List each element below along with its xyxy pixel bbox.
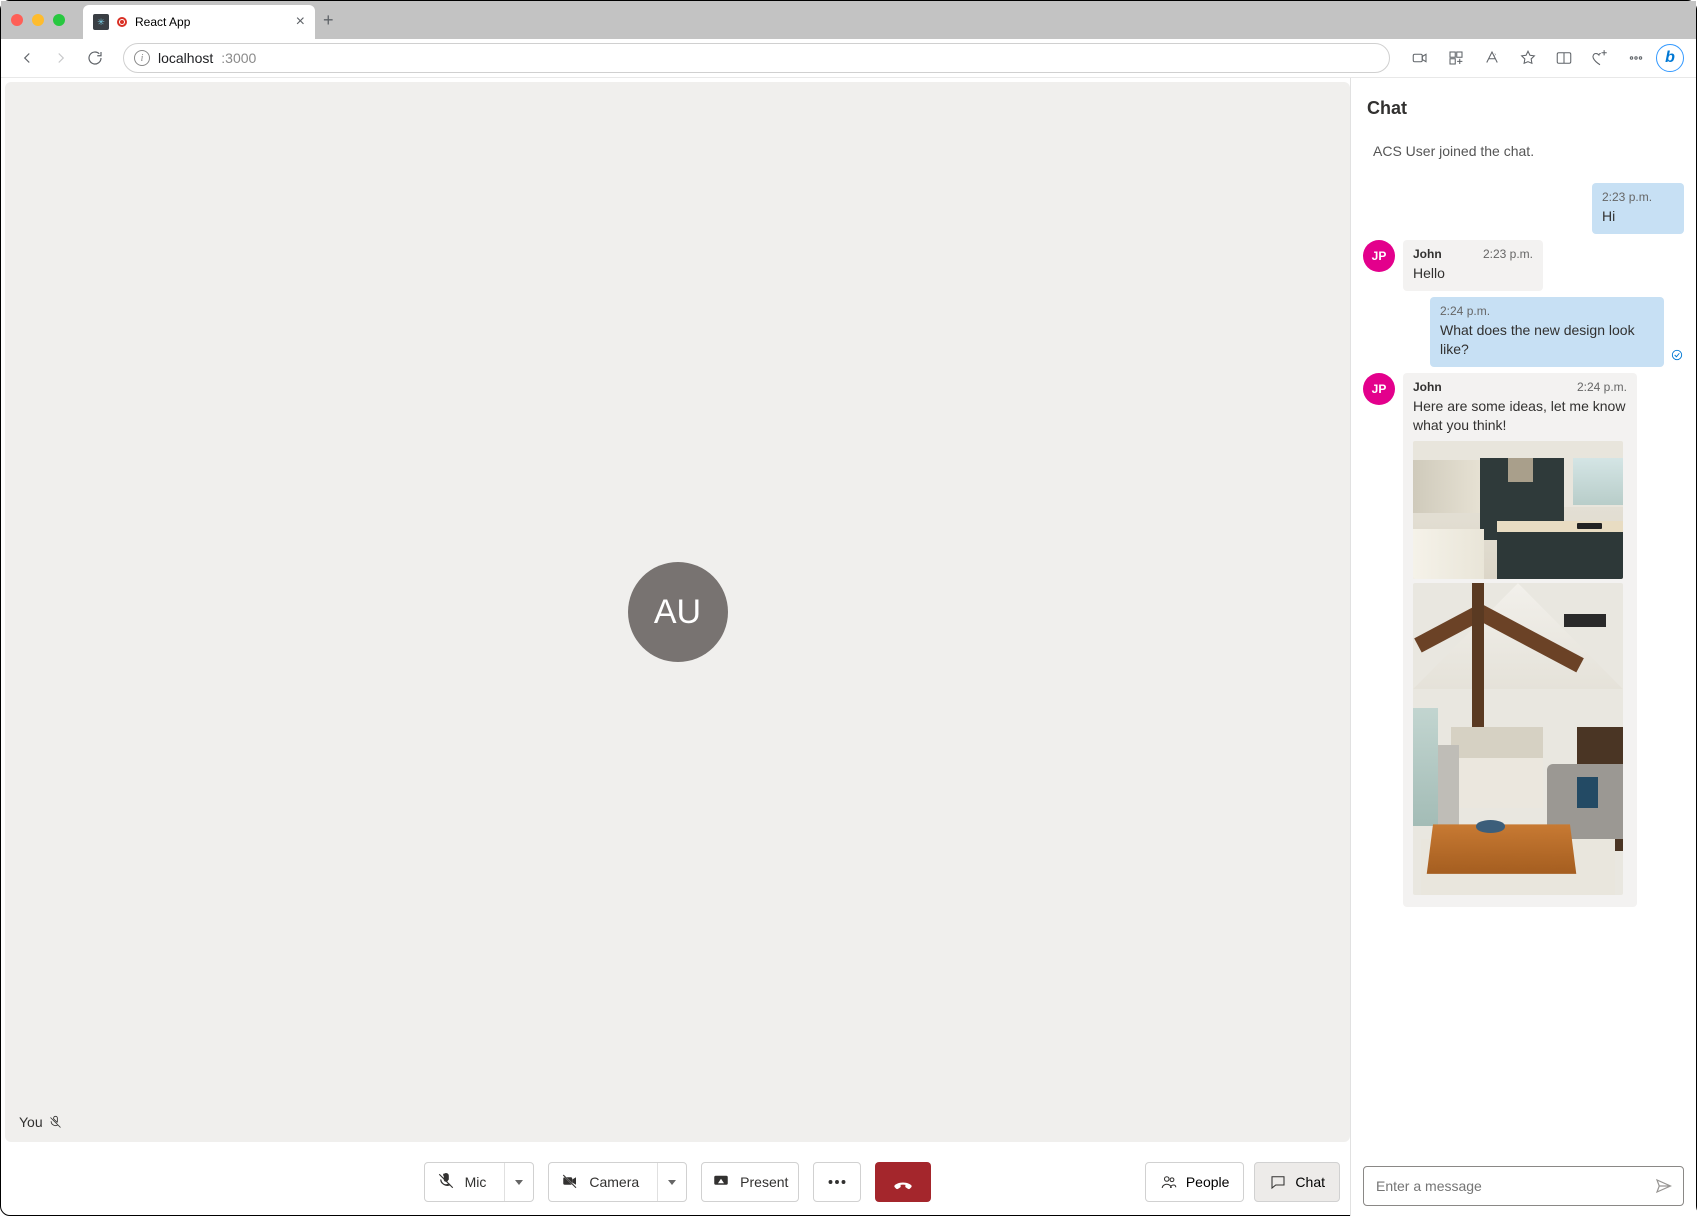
seen-icon	[1670, 348, 1684, 367]
svg-text:›: ›	[1494, 52, 1496, 58]
system-message: ACS User joined the chat.	[1363, 133, 1684, 177]
sender-avatar: JP	[1363, 373, 1395, 405]
mic-muted-icon	[48, 1115, 63, 1130]
browser-tab[interactable]: ✳ React App ×	[83, 5, 315, 39]
camera-off-icon	[561, 1172, 579, 1193]
participant-avatar: AU	[628, 562, 728, 662]
mic-label: Mic	[465, 1174, 487, 1190]
browser-chrome: ✳ React App × + i localhost :3000 › b	[1, 1, 1696, 78]
message-time: 2:23 p.m.	[1483, 246, 1533, 262]
message-other: JP John 2:24 p.m. Here are some ideas, l…	[1363, 373, 1684, 907]
you-label: You	[19, 1114, 43, 1130]
people-button[interactable]: People	[1145, 1162, 1245, 1202]
favicon-icon: ✳	[93, 14, 109, 30]
address-bar[interactable]: i localhost :3000	[123, 43, 1390, 73]
address-row: i localhost :3000 › b	[1, 39, 1696, 78]
split-screen-icon[interactable]	[1548, 42, 1580, 74]
self-indicator: You	[19, 1114, 63, 1130]
message-own: 2:24 p.m. What does the new design look …	[1363, 297, 1684, 367]
message-own: 2:23 p.m. Hi	[1363, 183, 1684, 234]
hangup-button[interactable]	[875, 1162, 931, 1202]
present-button[interactable]: Present	[701, 1162, 799, 1202]
app: AU You Mic Camera	[1, 78, 1696, 1216]
message-bubble: John 2:23 p.m. Hello	[1403, 240, 1543, 291]
back-button[interactable]	[13, 44, 41, 72]
tabs-bar: ✳ React App × +	[1, 1, 1696, 39]
tab-title: React App	[135, 15, 190, 29]
composer	[1357, 1156, 1690, 1216]
extensions-icon[interactable]	[1440, 42, 1472, 74]
hangup-icon	[892, 1171, 914, 1193]
present-icon	[712, 1172, 730, 1193]
chat-panel: Chat ACS User joined the chat. 2:23 p.m.…	[1350, 78, 1696, 1216]
present-label: Present	[740, 1174, 788, 1190]
chat-label: Chat	[1295, 1174, 1325, 1190]
browser-actions: › b	[1404, 42, 1684, 74]
image-attachment[interactable]	[1413, 583, 1623, 895]
window-controls	[11, 14, 65, 26]
message-bubble: John 2:24 p.m. Here are some ideas, let …	[1403, 373, 1637, 907]
camera-label: Camera	[589, 1174, 639, 1190]
mic-caret[interactable]	[505, 1163, 533, 1201]
favorite-icon[interactable]	[1512, 42, 1544, 74]
reload-button[interactable]	[81, 44, 109, 72]
collections-icon[interactable]	[1584, 42, 1616, 74]
mic-button[interactable]: Mic	[424, 1162, 535, 1202]
message-bubble: 2:23 p.m. Hi	[1592, 183, 1684, 234]
url-host: localhost	[158, 50, 213, 66]
camera-button[interactable]: Camera	[548, 1162, 687, 1202]
bing-icon[interactable]: b	[1656, 44, 1684, 72]
recording-icon	[117, 17, 127, 27]
minimize-window-button[interactable]	[32, 14, 44, 26]
message-text: Hi	[1602, 207, 1674, 226]
chat-button[interactable]: Chat	[1254, 1162, 1340, 1202]
forward-button[interactable]	[47, 44, 75, 72]
chat-title: Chat	[1367, 98, 1407, 118]
read-aloud-icon[interactable]: ›	[1476, 42, 1508, 74]
message-text: Hello	[1413, 264, 1533, 283]
site-info-icon[interactable]: i	[134, 50, 150, 66]
close-window-button[interactable]	[11, 14, 23, 26]
message-time: 2:23 p.m.	[1602, 189, 1652, 205]
video-stage: AU You Mic Camera	[5, 82, 1350, 1216]
message-time: 2:24 p.m.	[1577, 379, 1627, 395]
chat-header: Chat	[1357, 78, 1690, 129]
message-input-container	[1363, 1166, 1684, 1206]
chat-body: ACS User joined the chat. 2:23 p.m. Hi J…	[1357, 129, 1690, 1156]
maximize-window-button[interactable]	[53, 14, 65, 26]
people-label: People	[1186, 1174, 1230, 1190]
image-attachment[interactable]	[1413, 441, 1623, 579]
video-area: AU You	[5, 82, 1350, 1142]
camera-caret[interactable]	[658, 1163, 686, 1201]
avatar-initials: AU	[654, 593, 701, 632]
message-text: Here are some ideas, let me know what yo…	[1413, 397, 1627, 435]
close-tab-button[interactable]: ×	[296, 13, 305, 31]
more-button[interactable]	[813, 1162, 861, 1202]
send-button[interactable]	[1649, 1172, 1677, 1200]
more-icon[interactable]	[1620, 42, 1652, 74]
message-time: 2:24 p.m.	[1440, 303, 1490, 319]
mic-off-icon	[437, 1172, 455, 1193]
chat-icon	[1269, 1173, 1287, 1191]
url-port: :3000	[221, 50, 256, 66]
message-bubble: 2:24 p.m. What does the new design look …	[1430, 297, 1664, 367]
sender-avatar: JP	[1363, 240, 1395, 272]
message-input[interactable]	[1376, 1178, 1649, 1194]
video-capture-icon[interactable]	[1404, 42, 1436, 74]
ellipsis-icon	[824, 1169, 850, 1195]
panel-toggles: People Chat	[1145, 1162, 1340, 1202]
message-sender: John	[1413, 246, 1442, 262]
message-other: JP John 2:23 p.m. Hello	[1363, 240, 1684, 291]
message-sender: John	[1413, 379, 1442, 395]
new-tab-button[interactable]: +	[323, 10, 334, 31]
message-text: What does the new design look like?	[1440, 321, 1654, 359]
people-icon	[1160, 1173, 1178, 1191]
